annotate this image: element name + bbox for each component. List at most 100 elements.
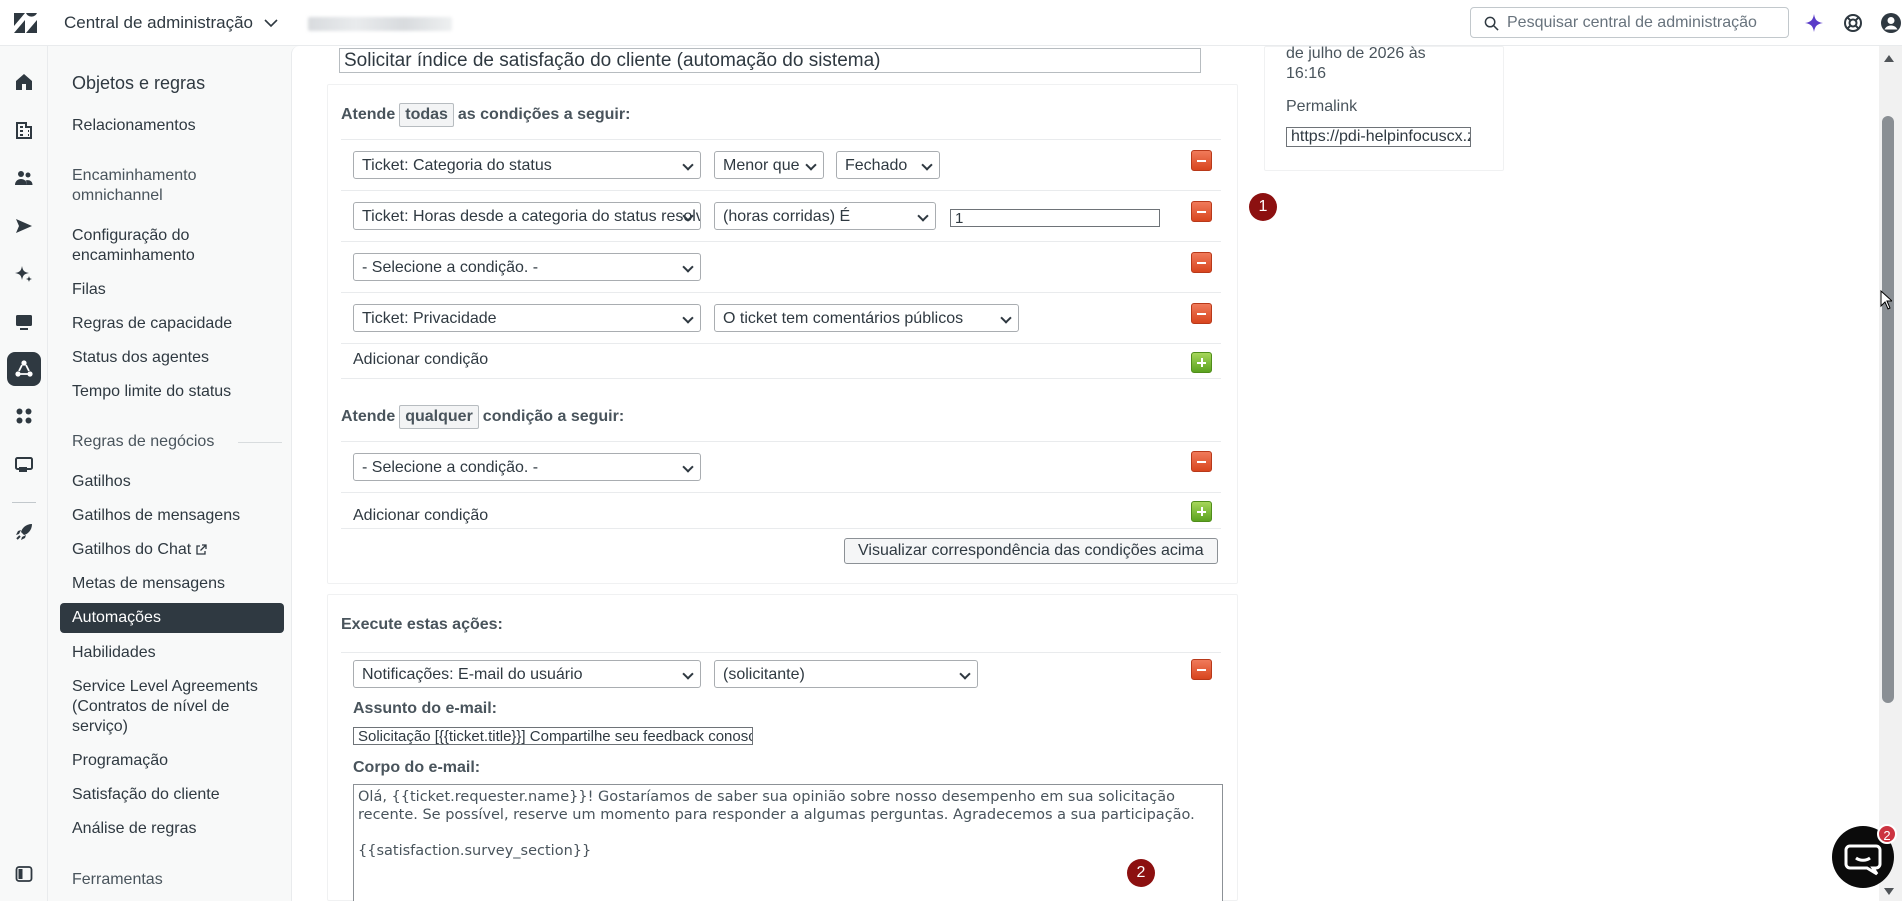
objects-rules-icon[interactable] [7,352,41,386]
building-icon[interactable] [12,118,36,142]
send-icon[interactable] [12,214,36,238]
ai-sparkle-icon[interactable] [1803,12,1825,34]
annotation-badge: 2 [1127,859,1155,887]
chat-notification-badge: 2 [1877,824,1897,844]
nav-item-chat-triggers[interactable]: Gatilhos do Chat [72,540,282,560]
row-divider [341,528,1221,529]
nav-item-csat[interactable]: Satisfação do cliente [72,785,282,805]
rail-divider [12,502,36,503]
heading-prefix: Atende [341,408,396,425]
nav-item-capacity[interactable]: Regras de capacidade [72,314,282,334]
condition-field-select[interactable]: - Selecione a condição. - [353,453,701,481]
nav-item-relacionamentos[interactable]: Relacionamentos [72,116,282,136]
nav-item-sla[interactable]: Service Level Agreements (Contratos de n… [72,677,262,737]
collapse-panel-icon[interactable] [12,862,36,886]
nav-item-programacao[interactable]: Programação [72,751,282,771]
account-icon[interactable] [12,452,36,476]
search-input[interactable] [1507,13,1777,33]
action-field-select[interactable]: Notificações: E-mail do usuário [353,660,701,688]
all-conditions-heading: Atende todas as condições a seguir: [341,103,630,127]
annotation-badge: 1 [1249,193,1277,221]
all-selector[interactable]: todas [399,103,454,127]
home-icon[interactable] [12,70,36,94]
nav-section-title: Objetos e regras [72,73,206,93]
row-divider [341,441,1221,442]
rocket-icon[interactable] [12,520,36,544]
app-title: Central de administração [64,13,253,32]
external-link-icon [196,544,207,555]
scrollbar-thumb[interactable] [1882,116,1894,703]
scroll-up-arrow[interactable] [1884,55,1894,62]
nav-item-message-triggers[interactable]: Gatilhos de mensagens [72,506,282,526]
mouse-cursor-icon [1880,290,1892,310]
help-center-icon[interactable] [1842,12,1864,34]
condition-field-select[interactable]: Ticket: Horas desde a categoria do statu… [353,202,701,230]
add-condition-button[interactable] [1191,352,1212,373]
nav-item-routing-config[interactable]: Configuração do encaminhamento [72,226,232,266]
nav-item-filas[interactable]: Filas [72,280,282,300]
scroll-down-arrow[interactable] [1884,888,1894,895]
row-divider [341,139,1221,140]
preview-match-button[interactable]: Visualizar correspondência das condições… [844,538,1218,564]
condition-field-select[interactable]: Ticket: Categoria do status [353,151,701,179]
search-box[interactable] [1470,7,1789,38]
add-condition-link[interactable]: Adicionar condição [353,351,488,369]
nav-group-routing: Encaminhamento omnichannel [72,167,197,204]
updated-date: de julho de 2026 às 16:16 [1286,45,1426,82]
add-condition-link[interactable]: Adicionar condição [353,507,488,525]
people-icon[interactable] [12,166,36,190]
email-subject-input[interactable]: Solicitação [{{ticket.title}}] Compartil… [353,727,753,745]
email-body-textarea[interactable]: Olá, {{ticket.requester.name}}! Gostaría… [353,784,1223,901]
nav-item-message-goals[interactable]: Metas de mensagens [72,574,282,594]
remove-action-button[interactable] [1191,659,1212,680]
action-target-select[interactable]: (solicitante) [714,660,978,688]
sparkles-icon[interactable] [12,262,36,286]
heading-suffix: as condições a seguir: [457,106,631,123]
blurred-account-name [308,17,452,31]
search-icon [1484,16,1499,31]
remove-condition-button[interactable] [1191,451,1212,472]
nav-item-habilidades[interactable]: Habilidades [72,643,282,663]
automation-title-input[interactable] [339,48,1201,73]
row-divider [341,378,1221,379]
nav-item-rules-analysis[interactable]: Análise de regras [72,819,282,839]
actions-heading: Execute estas ações: [341,616,503,633]
nav-item-agent-status[interactable]: Status dos agentes [72,348,282,368]
remove-condition-button[interactable] [1191,150,1212,171]
nav-item-chat-triggers-label: Gatilhos do Chat [72,541,192,558]
nav-item-automacoes[interactable]: Automações [60,603,284,633]
condition-field-select[interactable]: - Selecione a condição. - [353,253,701,281]
nav-item-gatilhos[interactable]: Gatilhos [72,472,282,492]
row-divider [341,492,1221,493]
side-nav: Objetos e regras Relacionamentos Encamin… [48,46,291,901]
user-avatar-icon[interactable] [1880,12,1902,34]
condition-field-select[interactable]: Ticket: Privacidade [353,304,701,332]
any-selector[interactable]: qualquer [399,405,479,429]
top-bar: Central de administração [0,0,1902,46]
email-body-label: Corpo do e-mail: [353,759,481,776]
remove-condition-button[interactable] [1191,201,1212,222]
permalink-label: Permalink [1286,98,1358,115]
add-condition-button[interactable] [1191,501,1212,522]
heading-prefix: Atende [341,106,396,123]
condition-operator-select[interactable]: (horas corridas) É [714,202,936,230]
product-switcher[interactable]: Central de administração [64,13,279,33]
row-divider [341,343,1221,344]
row-divider [341,190,1221,191]
apps-icon[interactable] [12,404,36,428]
zendesk-logo-icon[interactable] [13,12,37,34]
remove-condition-button[interactable] [1191,252,1212,273]
remove-condition-button[interactable] [1191,303,1212,324]
condition-value-select[interactable]: Fechado [836,151,940,179]
row-divider [341,241,1221,242]
permalink-input[interactable]: https://pdi-helpinfocuscx.zendesk.com [1286,127,1471,147]
nav-item-status-timeout[interactable]: Tempo limite do status [72,382,282,402]
condition-operator-select[interactable]: Menor que [714,151,824,179]
chevron-down-icon [264,19,278,28]
condition-operator-select[interactable]: O ticket tem comentários públicos [714,304,1019,332]
condition-value-input[interactable]: 1 [950,209,1160,227]
workspace-icon[interactable] [12,310,36,334]
icon-rail [0,46,48,901]
any-conditions-heading: Atende qualquer condição a seguir: [341,405,624,429]
nav-group-tools: Ferramentas [72,871,163,888]
